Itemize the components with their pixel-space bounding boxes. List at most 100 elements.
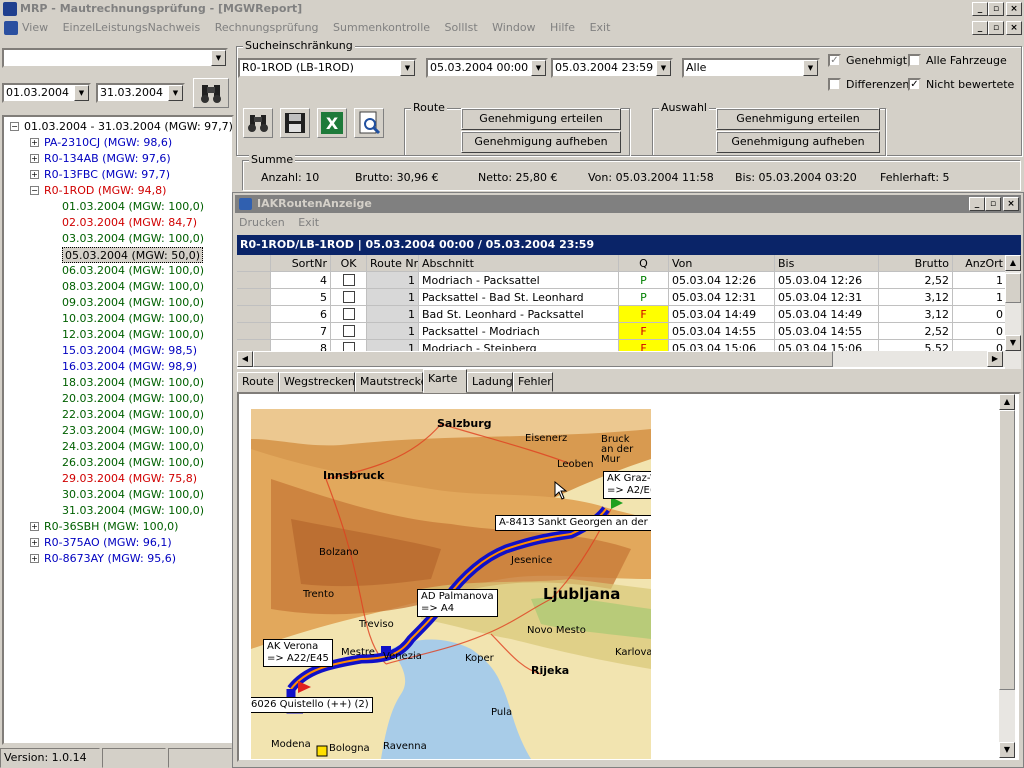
menu-rechnungspruefung[interactable]: Rechnungsprüfung	[215, 21, 319, 34]
expand-icon[interactable]: +	[30, 138, 39, 147]
tree-day[interactable]: 26.03.2004 (MGW: 100,0)	[62, 455, 204, 471]
row-selector[interactable]	[237, 272, 271, 289]
maximize-icon[interactable]: ▫	[988, 2, 1004, 16]
scroll-left-icon[interactable]: ◀	[237, 351, 253, 367]
column-header[interactable]: SortNr	[271, 255, 331, 272]
menu-drucken[interactable]: Drucken	[239, 216, 285, 229]
menu-hilfe[interactable]: Hilfe	[550, 21, 575, 34]
tree-day[interactable]: 20.03.2004 (MGW: 100,0)	[62, 391, 204, 407]
tree-day[interactable]: 16.03.2004 (MGW: 98,9)	[62, 359, 197, 375]
tree-root[interactable]: −01.03.2004 - 31.03.2004 (MGW: 97,7)	[10, 119, 232, 135]
expand-icon[interactable]: +	[30, 522, 39, 531]
close-icon[interactable]: ×	[1006, 2, 1022, 16]
column-header[interactable]: Q	[619, 255, 669, 272]
scroll-right-icon[interactable]: ▶	[987, 351, 1003, 367]
expand-icon[interactable]: +	[30, 170, 39, 179]
filter-combo[interactable]: Alle ▼	[682, 58, 820, 78]
tree-day[interactable]: 01.03.2004 (MGW: 100,0)	[62, 199, 204, 215]
scroll-up-icon[interactable]: ▲	[1005, 255, 1021, 271]
column-header[interactable]: AnzOrt	[953, 255, 1007, 272]
tree-day[interactable]: 08.03.2004 (MGW: 100,0)	[62, 279, 204, 295]
menu-sollist[interactable]: SollIst	[445, 21, 478, 34]
binoculars-button[interactable]	[243, 108, 273, 138]
tab-karte[interactable]: Karte	[423, 369, 467, 393]
menu-summenkontrolle[interactable]: Summenkontrolle	[333, 21, 430, 34]
auswahl-revoke-button[interactable]: Genehmigung aufheben	[716, 131, 880, 153]
ok-checkbox[interactable]	[342, 291, 355, 303]
chevron-down-icon[interactable]: ▼	[168, 85, 183, 101]
tree-day[interactable]: 30.03.2004 (MGW: 100,0)	[62, 487, 204, 503]
tree-day[interactable]: 05.03.2004 (MGW: 50,0)	[62, 247, 204, 263]
grid-horizontal-scrollbar[interactable]: ◀ ▶	[237, 351, 1005, 367]
tab-route[interactable]: Route	[237, 372, 279, 392]
menu-einzelleistungsnachweis[interactable]: EinzelLeistungsNachweis	[63, 21, 201, 34]
differenzen-checkbox[interactable]	[828, 78, 841, 91]
column-header[interactable]: OK	[331, 255, 367, 272]
vehicle-combo[interactable]: R0-1ROD (LB-1ROD) ▼	[238, 58, 417, 78]
tree-vehicle[interactable]: + R0-8673AY (MGW: 95,6)	[30, 551, 176, 567]
chevron-down-icon[interactable]: ▼	[400, 60, 415, 76]
route-grant-button[interactable]: Genehmigung erteilen	[461, 108, 621, 130]
ok-checkbox[interactable]	[342, 274, 355, 286]
expand-icon[interactable]: +	[30, 154, 39, 163]
ok-checkbox[interactable]	[342, 308, 355, 320]
child-close-icon[interactable]: ×	[1006, 21, 1022, 35]
chevron-down-icon[interactable]: ▼	[531, 60, 546, 76]
alle-fahrzeuge-checkbox[interactable]	[908, 54, 921, 67]
nicht-bewertete-checkbox[interactable]: ✓	[908, 78, 921, 91]
top-left-combo[interactable]: ▼	[2, 48, 228, 68]
menu-view[interactable]: View	[22, 21, 48, 34]
tree-vehicle[interactable]: + PA-2310CJ (MGW: 98,6)	[30, 135, 172, 151]
menu-child-exit[interactable]: Exit	[298, 216, 319, 229]
auswahl-grant-button[interactable]: Genehmigung erteilen	[716, 108, 880, 130]
tab-wegstrecken[interactable]: Wegstrecken	[279, 372, 355, 392]
vehicle-tree[interactable]: −01.03.2004 - 31.03.2004 (MGW: 97,7) + PA-…	[2, 115, 234, 745]
tree-day[interactable]: 15.03.2004 (MGW: 98,5)	[62, 343, 197, 359]
tab-ladung[interactable]: Ladung	[467, 372, 513, 392]
excel-export-button[interactable]: X	[317, 108, 347, 138]
date-to-combo[interactable]: 31.03.2004 ▼	[96, 83, 185, 103]
minimize-icon[interactable]: _	[972, 2, 988, 16]
tree-vehicle[interactable]: + R0-134AB (MGW: 97,6)	[30, 151, 171, 167]
tab-mautstrecke[interactable]: Mautstrecke	[355, 372, 427, 392]
tab-fehler[interactable]: Fehler	[513, 372, 553, 392]
row-selector[interactable]	[237, 289, 271, 306]
child-restore-icon[interactable]: ▫	[988, 21, 1004, 35]
search-binoculars-button[interactable]	[193, 78, 229, 108]
tree-day[interactable]: 06.03.2004 (MGW: 100,0)	[62, 263, 204, 279]
tree-day[interactable]: 10.03.2004 (MGW: 100,0)	[62, 311, 204, 327]
menu-window[interactable]: Window	[492, 21, 535, 34]
collapse-icon[interactable]: −	[30, 186, 39, 195]
grid-vertical-scrollbar[interactable]: ▲ ▼	[1005, 255, 1021, 369]
row-selector-header[interactable]	[237, 255, 271, 272]
chevron-down-icon[interactable]: ▼	[656, 60, 671, 76]
tree-day[interactable]: 24.03.2004 (MGW: 100,0)	[62, 439, 204, 455]
tree-day[interactable]: 29.03.2004 (MGW: 75,8)	[62, 471, 197, 487]
from-datetime-combo[interactable]: 05.03.2004 00:00 ▼	[426, 58, 548, 78]
map-scroll-thumb[interactable]	[999, 410, 1015, 690]
scroll-up-icon[interactable]: ▲	[999, 394, 1015, 410]
column-header[interactable]: Brutto	[879, 255, 953, 272]
tree-vehicle[interactable]: + R0-13FBC (MGW: 97,7)	[30, 167, 170, 183]
maximize-icon[interactable]: ▫	[985, 197, 1001, 211]
tree-day[interactable]: 31.03.2004 (MGW: 100,0)	[62, 503, 204, 519]
chevron-down-icon[interactable]: ▼	[211, 50, 226, 66]
tree-vehicle[interactable]: + R0-375AO (MGW: 96,1)	[30, 535, 172, 551]
menu-exit[interactable]: Exit	[590, 21, 611, 34]
save-button[interactable]	[280, 108, 310, 138]
date-from-combo[interactable]: 01.03.2004 ▼	[2, 83, 91, 103]
tree-day[interactable]: 18.03.2004 (MGW: 100,0)	[62, 375, 204, 391]
column-header[interactable]: Bis	[775, 255, 879, 272]
expand-icon[interactable]: +	[30, 554, 39, 563]
to-datetime-combo[interactable]: 05.03.2004 23:59 ▼	[551, 58, 673, 78]
scroll-down-icon[interactable]: ▼	[999, 742, 1015, 758]
close-icon[interactable]: ×	[1003, 197, 1019, 211]
tree-vehicle[interactable]: + R0-36SBH (MGW: 100,0)	[30, 519, 178, 535]
tree-vehicle-expanded[interactable]: − R0-1ROD (MGW: 94,8)	[30, 183, 166, 199]
row-selector[interactable]	[237, 323, 271, 340]
column-header[interactable]: Abschnitt	[419, 255, 619, 272]
genehmigt-checkbox[interactable]: ✓	[828, 54, 841, 67]
h-scroll-thumb[interactable]	[253, 351, 833, 367]
tree-day[interactable]: 02.03.2004 (MGW: 84,7)	[62, 215, 197, 231]
column-header[interactable]: Von	[669, 255, 775, 272]
